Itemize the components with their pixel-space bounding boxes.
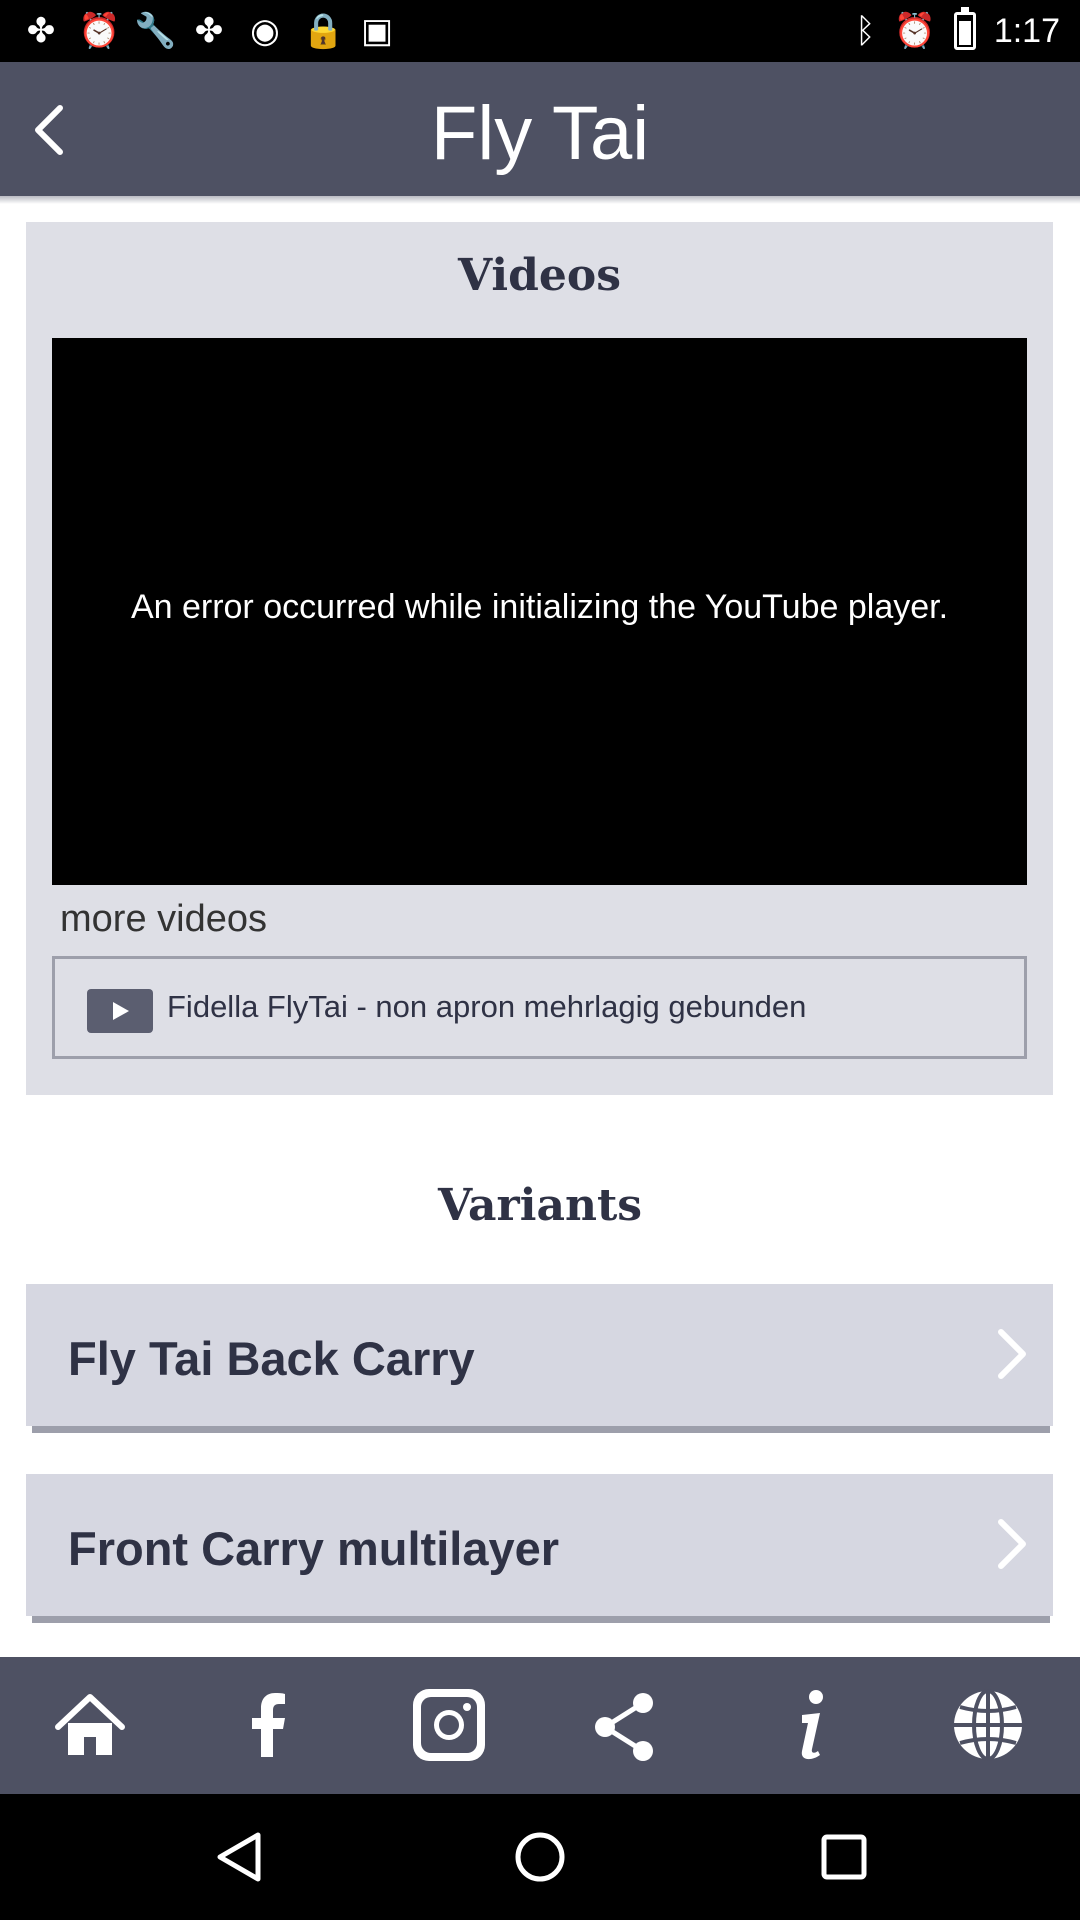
variant-item-back-carry[interactable]: Fly Tai Back Carry [26, 1284, 1053, 1426]
android-icon: ▣ [360, 12, 394, 50]
play-icon [87, 989, 153, 1033]
dot-icon: ◉ [250, 12, 280, 50]
bottom-bar [0, 1657, 1080, 1794]
share-icon[interactable] [585, 1685, 665, 1765]
player-error-message: An error occurred while initializing the… [130, 588, 949, 626]
variant-label: Fly Tai Back Carry [68, 1332, 475, 1385]
home-circle-icon[interactable] [512, 1829, 568, 1885]
chevron-right-icon [993, 1326, 1029, 1382]
app-bar-shadow [0, 196, 1080, 204]
variant-item-front-carry[interactable]: Front Carry multilayer [26, 1474, 1053, 1616]
back-triangle-icon[interactable] [212, 1829, 268, 1885]
bluetooth-icon: ᛒ [855, 12, 876, 50]
recents-square-icon[interactable] [816, 1829, 872, 1885]
fidget-icon: ✤ [26, 12, 56, 50]
status-bar: ✤ ⏰ 🔧 ✤ ◉ 🔒 ▣ ᛒ ⏰ 1:17 [0, 0, 1080, 62]
video-list-item[interactable]: Fidella FlyTai - non apron mehrlagig geb… [52, 956, 1027, 1059]
alarm-icon: ⏰ [78, 12, 121, 50]
wrench-icon: 🔧 [134, 12, 177, 50]
globe-icon[interactable] [948, 1685, 1028, 1765]
variant-shadow [32, 1425, 1050, 1433]
info-icon[interactable] [772, 1685, 852, 1765]
variants-heading: Variants [437, 1180, 643, 1231]
instagram-icon[interactable] [409, 1685, 489, 1765]
status-time: 1:17 [993, 12, 1060, 50]
facebook-icon[interactable] [229, 1685, 309, 1765]
video-title: Fidella FlyTai - non apron mehrlagig geb… [167, 989, 807, 1024]
page-title: Fly Tai [430, 91, 650, 176]
videos-heading: Videos [458, 250, 621, 301]
variant-shadow [32, 1615, 1050, 1623]
home-icon[interactable] [50, 1685, 130, 1765]
battery-icon [953, 7, 976, 50]
variant-label: Front Carry multilayer [68, 1522, 560, 1575]
more-videos-label: more videos [60, 898, 267, 940]
fidget-icon: ✤ [194, 12, 224, 50]
alarm-icon: ⏰ [893, 12, 936, 50]
lock-icon: 🔒 [302, 12, 345, 50]
chevron-right-icon [993, 1516, 1029, 1572]
